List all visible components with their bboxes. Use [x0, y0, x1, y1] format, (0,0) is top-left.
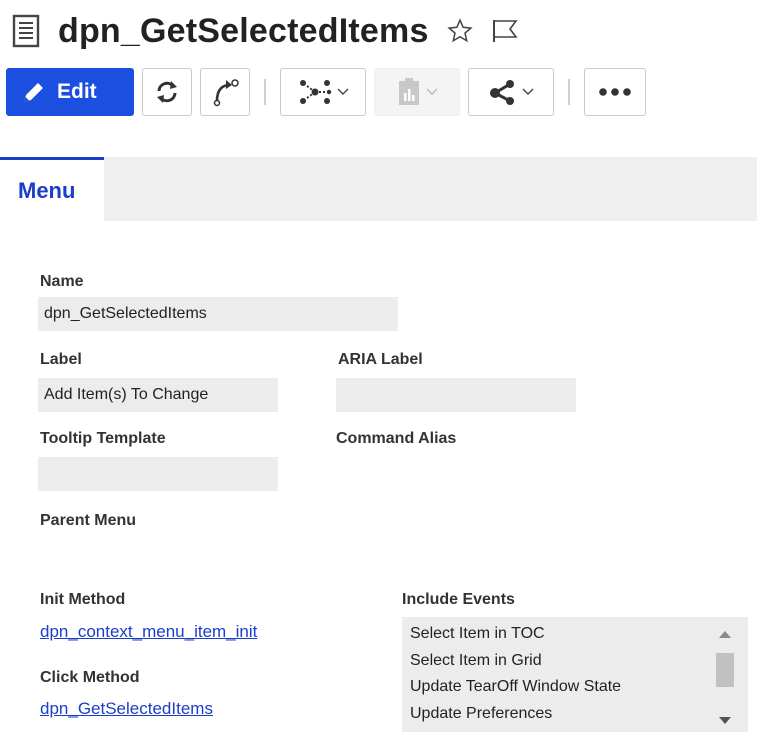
aria-label-label: ARIA Label: [338, 351, 423, 368]
network-icon: [299, 80, 331, 104]
structure-browser-button[interactable]: [280, 68, 366, 116]
reports-button[interactable]: [374, 68, 460, 116]
toolbar: Edit: [6, 66, 757, 118]
pencil-icon: [24, 83, 43, 102]
more-actions-button[interactable]: [584, 68, 646, 116]
tab-menu-label: Menu: [18, 177, 76, 203]
init-method-label: Init Method: [40, 591, 126, 608]
scroll-up-arrow-icon[interactable]: [719, 631, 731, 638]
page-header: dpn_GetSelectedItems: [12, 6, 519, 56]
name-label: Name: [40, 273, 84, 290]
tooltip-template-label: Tooltip Template: [40, 430, 166, 447]
tab-menu[interactable]: Menu: [0, 157, 104, 221]
claim-arrow-icon: [213, 79, 239, 107]
tooltip-template-field[interactable]: [38, 457, 278, 491]
flag-icon[interactable]: [491, 18, 519, 44]
include-events-label: Include Events: [402, 591, 515, 608]
chevron-down-icon: [337, 88, 348, 95]
toolbar-divider: [568, 79, 570, 105]
more-dots-icon: [599, 88, 631, 96]
share-button[interactable]: [468, 68, 554, 116]
edit-button-label: Edit: [57, 80, 97, 103]
claim-button[interactable]: [200, 68, 250, 116]
list-item[interactable]: Update Preferences: [410, 701, 621, 728]
share-icon: [489, 80, 514, 105]
command-alias-label: Command Alias: [336, 430, 457, 447]
include-events-list: Select Item in TOC Select Item in Grid U…: [410, 621, 621, 727]
label-label: Label: [40, 351, 82, 368]
menu-form: Name dpn_GetSelectedItems Label Add Item…: [0, 221, 757, 736]
refresh-button[interactable]: [142, 68, 192, 116]
document-icon: [12, 14, 40, 48]
label-field[interactable]: Add Item(s) To Change: [38, 378, 278, 412]
name-field[interactable]: dpn_GetSelectedItems: [38, 297, 398, 331]
scroll-down-arrow-icon[interactable]: [719, 717, 731, 724]
listbox-scrollbar[interactable]: [714, 625, 734, 727]
click-method-label: Click Method: [40, 669, 140, 686]
list-item[interactable]: Select Item in Grid: [410, 648, 621, 675]
star-icon[interactable]: [446, 18, 473, 44]
parent-menu-label: Parent Menu: [40, 512, 137, 529]
chevron-down-icon: [426, 88, 437, 95]
click-method-link[interactable]: dpn_GetSelectedItems: [40, 699, 213, 719]
aria-label-field[interactable]: [336, 378, 576, 412]
list-item[interactable]: Update TearOff Window State: [410, 674, 621, 701]
page-title: dpn_GetSelectedItems: [58, 11, 429, 50]
edit-button[interactable]: Edit: [6, 68, 134, 116]
init-method-link[interactable]: dpn_context_menu_item_init: [40, 622, 257, 642]
include-events-listbox[interactable]: Select Item in TOC Select Item in Grid U…: [402, 617, 748, 732]
toolbar-divider: [264, 79, 266, 105]
chevron-down-icon: [522, 88, 533, 95]
scrollbar-thumb[interactable]: [716, 653, 734, 687]
tab-bar: Menu: [0, 157, 757, 221]
refresh-icon: [157, 81, 177, 103]
report-clipboard-icon: [398, 78, 419, 105]
list-item[interactable]: Select Item in TOC: [410, 621, 621, 648]
